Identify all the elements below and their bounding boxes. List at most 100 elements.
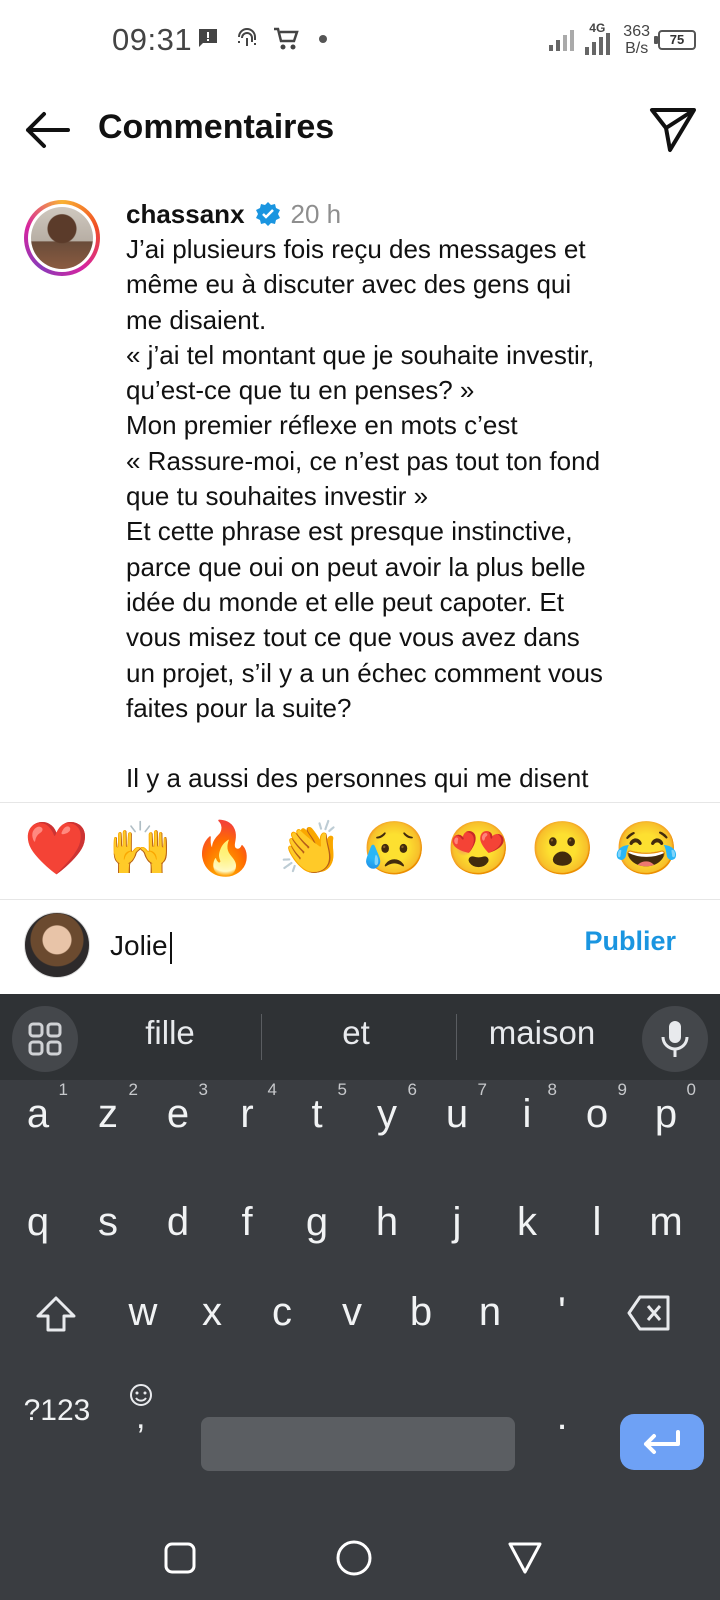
- key-f[interactable]: f: [215, 1200, 279, 1245]
- key-x[interactable]: x: [180, 1290, 244, 1335]
- emoji-clapping-icon[interactable]: 👏: [278, 817, 343, 881]
- key-w[interactable]: w: [111, 1290, 175, 1335]
- grid-icon: [28, 1022, 62, 1056]
- key-p[interactable]: p0: [634, 1080, 698, 1137]
- comment-line: Mon premier réflexe en mots c’est: [126, 410, 518, 441]
- system-nav-bar: [0, 1504, 720, 1600]
- key-q[interactable]: q: [6, 1200, 70, 1245]
- comment-line: un projet, s’il y a un échec comment vou…: [126, 657, 603, 688]
- key-label: x: [202, 1290, 222, 1334]
- key-label: q: [26, 1200, 50, 1244]
- comment-line: [126, 726, 646, 761]
- shift-icon[interactable]: [34, 1294, 78, 1338]
- key-label: p: [654, 1092, 678, 1136]
- key-z[interactable]: z2: [76, 1080, 140, 1137]
- key-t[interactable]: t5: [285, 1080, 349, 1137]
- back-nav-icon[interactable]: [506, 1540, 544, 1576]
- emoji-sad-tear-icon[interactable]: 😥: [362, 817, 427, 881]
- key-d[interactable]: d: [146, 1200, 210, 1245]
- key-v[interactable]: v: [320, 1290, 384, 1335]
- key-g[interactable]: g: [285, 1200, 349, 1245]
- key-o[interactable]: o9: [565, 1080, 629, 1137]
- key-label: b: [409, 1290, 433, 1334]
- key-j[interactable]: j: [425, 1200, 489, 1245]
- comment-input-row: Jolie Publier: [0, 898, 720, 994]
- key-label: f: [241, 1200, 253, 1244]
- recents-icon[interactable]: [162, 1540, 198, 1576]
- key-label: ': [558, 1290, 566, 1334]
- signal-icon: [549, 30, 575, 51]
- key-h[interactable]: h: [355, 1200, 419, 1245]
- enter-key[interactable]: [620, 1414, 704, 1470]
- comment-line: J’ai plusieurs fois reçu des messages et: [126, 234, 586, 264]
- comment-input-value: Jolie: [110, 930, 168, 961]
- key-s[interactable]: s: [76, 1200, 140, 1245]
- key-label: a: [26, 1092, 50, 1136]
- key-hint: 6: [407, 1080, 417, 1099]
- comment-time: 20 h: [290, 198, 342, 229]
- key-b[interactable]: b: [389, 1290, 453, 1335]
- comma-label: ,: [136, 1398, 146, 1436]
- key-hint: 8: [547, 1080, 557, 1099]
- key-label: v: [342, 1290, 362, 1334]
- comment-line: parce que oui on peut avoir la plus bell…: [126, 551, 586, 582]
- emoji-raised-hands-icon[interactable]: 🙌: [108, 817, 173, 881]
- emoji-heart-icon[interactable]: ❤️: [24, 817, 89, 881]
- symbols-key[interactable]: ?123: [18, 1394, 96, 1428]
- suggestion-3[interactable]: maison: [452, 1014, 632, 1052]
- suggestion-1[interactable]: fille: [80, 1014, 260, 1052]
- key-hint: 5: [337, 1080, 347, 1099]
- backspace-icon[interactable]: [626, 1294, 672, 1332]
- key-label: h: [375, 1200, 399, 1244]
- key-apostrophe[interactable]: ': [530, 1290, 594, 1335]
- key-label: i: [522, 1092, 532, 1136]
- emoji-laughing-icon[interactable]: 😂: [614, 817, 679, 881]
- key-hint: 4: [267, 1080, 277, 1099]
- enter-icon: [644, 1430, 680, 1454]
- key-l[interactable]: l: [565, 1200, 629, 1245]
- emoji-heart-eyes-icon[interactable]: 😍: [446, 817, 511, 881]
- arrow-left-icon[interactable]: [22, 108, 72, 152]
- key-label: k: [517, 1200, 537, 1244]
- comment-line: « Rassure-moi, ce n’est pas tout ton fon…: [126, 445, 601, 476]
- key-label: l: [592, 1200, 602, 1244]
- home-icon[interactable]: [334, 1538, 374, 1578]
- key-a[interactable]: a1: [6, 1080, 70, 1137]
- comment-input[interactable]: Jolie: [110, 924, 530, 968]
- key-e[interactable]: e3: [146, 1080, 210, 1137]
- space-key[interactable]: [201, 1417, 515, 1471]
- key-k[interactable]: k: [495, 1200, 559, 1245]
- key-y[interactable]: y6: [355, 1080, 419, 1137]
- comment-line: faites pour la suite?: [126, 692, 352, 723]
- period-key[interactable]: .: [530, 1394, 594, 1439]
- emoji-surprised-icon[interactable]: 😮: [530, 817, 595, 881]
- comment-line: idée du monde et elle peut capoter. Et: [126, 586, 564, 617]
- send-icon[interactable]: [648, 104, 698, 154]
- key-c[interactable]: c: [250, 1290, 314, 1335]
- comment-meta: chassanx 20 h: [126, 196, 646, 232]
- key-label: y: [377, 1092, 397, 1136]
- key-label: d: [166, 1200, 190, 1244]
- suggestion-divider: [261, 1014, 262, 1060]
- username[interactable]: chassanx: [126, 199, 245, 230]
- suggestion-2[interactable]: et: [266, 1014, 446, 1052]
- key-u[interactable]: u7: [425, 1080, 489, 1137]
- emoji-comma-key[interactable]: ,: [126, 1382, 156, 1442]
- key-i[interactable]: i8: [495, 1080, 559, 1137]
- key-hint: 1: [58, 1080, 68, 1099]
- keyboard-menu-button[interactable]: [12, 1006, 78, 1072]
- verified-badge-icon: [255, 202, 280, 226]
- key-label: w: [128, 1290, 158, 1334]
- avatar[interactable]: [24, 200, 100, 276]
- voice-input-button[interactable]: [642, 1006, 708, 1072]
- key-label: c: [272, 1290, 292, 1334]
- key-r[interactable]: r4: [215, 1080, 279, 1137]
- key-m[interactable]: m: [634, 1200, 698, 1245]
- header: Commentaires: [0, 90, 720, 170]
- emoji-fire-icon[interactable]: 🔥: [192, 817, 257, 881]
- key-n[interactable]: n: [458, 1290, 522, 1335]
- key-hint: 7: [477, 1080, 487, 1099]
- comment-item: chassanx 20 h J’ai plusieurs fois reçu d…: [0, 190, 720, 802]
- publish-button[interactable]: Publier: [584, 926, 676, 957]
- key-label: m: [649, 1200, 683, 1244]
